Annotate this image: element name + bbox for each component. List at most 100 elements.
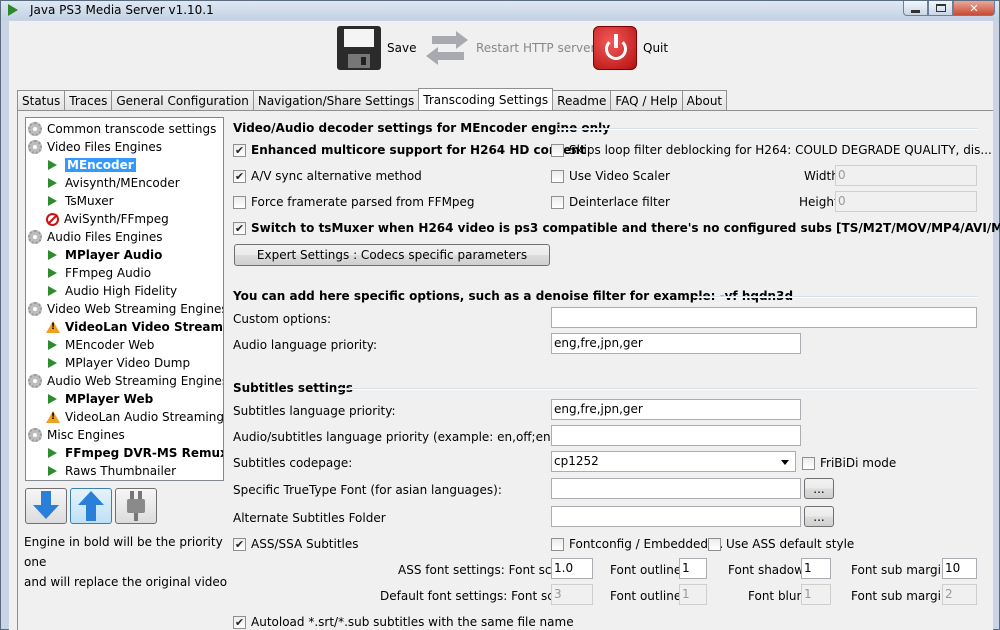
custom-options-input[interactable]: [551, 307, 977, 328]
ass-font-outline-input[interactable]: 1: [679, 558, 707, 579]
play-icon: [48, 358, 57, 368]
section-separator: [693, 296, 978, 298]
transcoding-settings-panel: Common transcode settings Video Files En…: [17, 110, 1000, 630]
tree-node-tsmuxer[interactable]: TsMuxer: [46, 192, 114, 210]
tree-node-mencoder-web[interactable]: MEncoder Web: [46, 336, 154, 354]
subtitles-language-priority-label: Subtitles language priority:: [233, 404, 396, 418]
checkbox-box: ✔: [233, 537, 246, 551]
checkbox-box: [551, 169, 564, 183]
default-font-blur-input[interactable]: 1: [801, 584, 831, 605]
tab-navigation-share-settings[interactable]: Navigation/Share Settings: [252, 90, 420, 110]
ass-ssa-subtitles-checkbox[interactable]: ✔ ASS/SSA Subtitles: [233, 537, 359, 551]
skip-loop-filter-checkbox[interactable]: Skips loop filter deblocking for H264: C…: [551, 143, 992, 157]
tab-traces[interactable]: Traces: [64, 90, 113, 110]
ass-font-shadow-input[interactable]: 1: [801, 558, 831, 579]
video-scaler-checkbox[interactable]: Use Video Scaler: [551, 169, 670, 183]
expert-settings-button[interactable]: Expert Settings : Codecs specific parame…: [234, 244, 550, 266]
subtitles-codepage-select[interactable]: cp1252: [551, 451, 796, 472]
fribidi-checkbox[interactable]: FriBiDi mode: [802, 456, 896, 470]
checkbox-box: ✔: [233, 143, 246, 157]
maximize-icon: [935, 4, 946, 12]
default-font-sub-margin-input[interactable]: 2: [942, 584, 977, 605]
tree-node-audio-web-streaming-engines[interactable]: Audio Web Streaming Engines: [28, 372, 223, 390]
tab-status[interactable]: Status: [17, 90, 66, 110]
tree-node-ffmpeg-dvr-ms-remux[interactable]: FFmpeg DVR-MS Remux: [46, 444, 223, 462]
play-icon: [48, 196, 57, 206]
minimize-button[interactable]: [903, 1, 928, 16]
play-icon: [48, 250, 57, 260]
restart-label: Restart HTTP server: [476, 41, 596, 55]
custom-options-label: Custom options:: [233, 312, 332, 326]
autoload-subtitles-checkbox[interactable]: ✔ Autoload *.srt/*.sub subtitles with the…: [233, 615, 574, 629]
engine-tree[interactable]: Common transcode settings Video Files En…: [25, 117, 224, 481]
tree-node-audio-files-engines[interactable]: Audio Files Engines: [28, 228, 162, 246]
tree-node-raws-thumbnailer[interactable]: Raws Thumbnailer: [46, 462, 176, 480]
av-sync-checkbox[interactable]: ✔ A/V sync alternative method: [233, 169, 422, 183]
audio-subtitles-priority-label: Audio/subtitles language priority (examp…: [233, 430, 587, 444]
subtitles-codepage-label: Subtitles codepage:: [233, 456, 353, 470]
play-icon: [48, 466, 57, 476]
force-framerate-checkbox[interactable]: Force framerate parsed from FFMpeg: [233, 195, 475, 209]
ass-font-scale-input[interactable]: 1.0: [551, 558, 593, 579]
tab-about[interactable]: About: [681, 90, 728, 110]
fontconfig-checkbox[interactable]: Fontconfig / Embedded ...: [551, 537, 723, 551]
ass-default-style-checkbox[interactable]: Use ASS default style: [708, 537, 854, 551]
tree-node-mplayer-video-dump[interactable]: MPlayer Video Dump: [46, 354, 190, 372]
tree-node-mencoder[interactable]: MEncoder: [46, 156, 136, 174]
tree-node-avisynth-mencoder[interactable]: Avisynth/MEncoder: [46, 174, 180, 192]
tab-transcoding-settings[interactable]: Transcoding Settings: [418, 88, 554, 110]
default-font-outline-input[interactable]: 1: [679, 584, 707, 605]
browse-font-button[interactable]: ...: [804, 478, 834, 499]
ass-font-scale-label: ASS font settings: Font scale: [398, 563, 570, 577]
title-bar[interactable]: Java PS3 Media Server v1.10.1 ✕: [1, 1, 999, 20]
tree-node-avisynth-ffmpeg[interactable]: AviSynth/FFmpeg: [46, 210, 169, 228]
ass-font-sub-margin-label: Font sub margin: [851, 563, 949, 577]
tree-node-mplayer-web[interactable]: MPlayer Web: [46, 390, 153, 408]
disabled-icon: [46, 212, 59, 226]
truetype-font-input[interactable]: [551, 478, 801, 499]
tab-strip: Status Traces General Configuration Navi…: [17, 88, 728, 110]
tree-node-video-web-streaming-engines[interactable]: Video Web Streaming Engines: [28, 300, 223, 318]
window-title: Java PS3 Media Server v1.10.1: [30, 3, 214, 17]
close-button[interactable]: ✕: [953, 1, 995, 16]
ass-font-shadow-label: Font shadow: [728, 563, 804, 577]
default-font-scale-input[interactable]: 3: [551, 584, 593, 605]
save-button[interactable]: Save: [337, 26, 416, 70]
decoder-section-title: Video/Audio decoder settings for MEncode…: [233, 121, 611, 135]
tree-node-ffmpeg-audio[interactable]: FFmpeg Audio: [46, 264, 151, 282]
tab-general-configuration[interactable]: General Configuration: [111, 90, 254, 110]
subtitles-language-priority-input[interactable]: eng,fre,jpn,ger: [551, 399, 801, 420]
tree-node-audio-high-fidelity[interactable]: Audio High Fidelity: [46, 282, 177, 300]
deinterlace-checkbox[interactable]: Deinterlace filter: [551, 195, 670, 209]
audio-language-priority-input[interactable]: eng,fre,jpn,ger: [551, 333, 801, 354]
tsmuxer-switch-checkbox[interactable]: ✔ Switch to tsMuxer when H264 video is ps…: [233, 221, 1000, 235]
tree-node-video-files-engines[interactable]: Video Files Engines: [28, 138, 162, 156]
height-input[interactable]: 0: [835, 191, 977, 212]
width-input[interactable]: 0: [835, 165, 977, 186]
move-down-button[interactable]: [25, 488, 67, 524]
tab-readme[interactable]: Readme: [552, 90, 612, 110]
restart-http-server-button[interactable]: Restart HTTP server: [426, 26, 595, 70]
tree-node-mplayer-audio[interactable]: MPlayer Audio: [46, 246, 162, 264]
checkbox-box: ✔: [233, 615, 246, 629]
default-font-outline-label: Font outline: [610, 589, 682, 603]
toggle-engine-button[interactable]: [115, 488, 157, 524]
alternate-subtitles-folder-input[interactable]: [551, 506, 801, 527]
tab-faq-help[interactable]: FAQ / Help: [610, 90, 683, 110]
audio-subtitles-priority-input[interactable]: [551, 425, 801, 446]
width-label: Width: [804, 169, 839, 183]
tree-node-misc-engines[interactable]: Misc Engines: [28, 426, 125, 444]
tree-node-common-transcode-settings[interactable]: Common transcode settings: [28, 120, 216, 138]
multicore-checkbox[interactable]: ✔ Enhanced multicore support for H264 HD …: [233, 143, 586, 157]
maximize-button[interactable]: [928, 1, 953, 16]
gear-icon: [28, 428, 42, 442]
move-up-button[interactable]: [70, 488, 112, 524]
tree-node-videolan-video-streaming[interactable]: VideoLan Video Streaming: [46, 318, 223, 336]
checkbox-box: ✔: [233, 221, 246, 235]
browse-folder-button[interactable]: ...: [804, 506, 834, 527]
play-icon: [48, 394, 57, 404]
tree-node-videolan-audio-streaming[interactable]: VideoLan Audio Streaming: [46, 408, 223, 426]
quit-button[interactable]: Quit: [593, 26, 668, 70]
ass-font-outline-label: Font outline: [610, 563, 682, 577]
ass-font-sub-margin-input[interactable]: 10: [942, 558, 977, 579]
